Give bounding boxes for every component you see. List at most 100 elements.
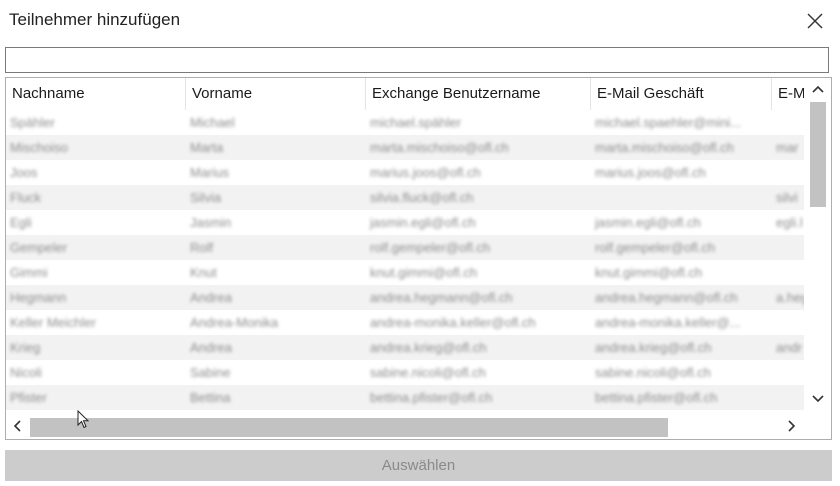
chevron-left-icon	[13, 420, 21, 432]
chevron-up-icon	[812, 85, 824, 93]
table-cell: jasmin.egli@ofl.ch	[595, 215, 701, 230]
select-button[interactable]: Auswählen	[5, 450, 832, 481]
table-cell: Nicoli	[10, 365, 42, 380]
table-cell: Marta	[190, 140, 224, 155]
table-row[interactable]: Nicoli Sabine sabine.nicoli@ofl.ch sabine.n…	[6, 360, 804, 385]
table-cell	[772, 310, 804, 335]
table-cell: Hegmann	[10, 290, 67, 305]
table-cell	[772, 160, 804, 185]
scroll-down-button[interactable]	[810, 392, 826, 408]
table-cell: andrea.krieg@ofl.ch	[370, 340, 487, 355]
table-cell	[772, 110, 804, 135]
table-cell: Gimmi	[10, 265, 48, 280]
column-header-email-2[interactable]: E-M	[772, 78, 804, 110]
table-cell: Michael	[190, 115, 235, 130]
table-row[interactable]: Gempeler Rolf rolf.gempeler@ofl.ch rolf.gem…	[6, 235, 804, 260]
table-cell: Rolf	[190, 240, 214, 255]
table-cell: Pfister	[10, 390, 47, 405]
table-cell: a.heg	[776, 290, 804, 305]
chevron-down-icon	[812, 395, 824, 403]
table-cell	[772, 385, 804, 410]
table-cell: rolf.gempeler@ofl.ch	[370, 240, 491, 255]
table-row[interactable]: Pfister Bettina bettina.pfister@ofl.ch bett…	[6, 385, 804, 410]
table-cell: egli.l	[776, 215, 803, 230]
close-icon	[807, 13, 823, 29]
table-cell: Joos	[10, 165, 38, 180]
table-row[interactable]: Gimmi Knut knut.gimmi@ofl.ch knut.gimmi@ofl…	[6, 260, 804, 285]
table-viewport: Nachname Vorname Exchange Benutzername E…	[6, 78, 804, 412]
column-header-nachname[interactable]: Nachname	[6, 78, 186, 110]
table-cell: Jasmin	[190, 215, 232, 230]
scroll-left-button[interactable]	[10, 419, 24, 436]
table-cell: andrea.hegmann@ofl.ch	[370, 290, 513, 305]
scroll-right-button[interactable]	[785, 419, 799, 436]
table-cell: Silvia	[190, 190, 222, 205]
table-cell: Andrea	[190, 340, 232, 355]
table-cell	[772, 360, 804, 385]
participants-table[interactable]: Nachname Vorname Exchange Benutzername E…	[5, 77, 832, 440]
table-cell: Mischoiso	[10, 140, 68, 155]
table-body: Spähler Michael michael.spähler michael.spa…	[6, 110, 804, 410]
table-cell: Spähler	[10, 115, 55, 130]
table-cell: knut.gimmi@ofl.ch	[595, 265, 703, 280]
table-row[interactable]: Mischoiso Marta marta.mischoiso@ofl.ch mart…	[6, 135, 804, 160]
table-cell: Sabine	[190, 365, 231, 380]
column-header-exchange-username[interactable]: Exchange Benutzername	[366, 78, 591, 110]
table-cell: michael.spähler	[370, 115, 462, 130]
scroll-up-button[interactable]	[810, 82, 826, 98]
search-input[interactable]	[5, 47, 829, 73]
table-row[interactable]: Hegmann Andrea andrea.hegmann@ofl.ch andrea…	[6, 285, 804, 310]
table-cell: Andrea-Monika	[190, 315, 279, 330]
table-cell: jasmin.egli@ofl.ch	[370, 215, 476, 230]
column-header-email-business[interactable]: E-Mail Geschäft	[591, 78, 772, 110]
table-cell: Krieg	[10, 340, 41, 355]
table-cell: marta.mischoiso@ofl.ch	[370, 140, 509, 155]
table-cell: andrea-monika.keller@ofl.ch	[370, 315, 536, 330]
table-row[interactable]: Egli Jasmin jasmin.egli@ofl.ch jasmin.egli@…	[6, 210, 804, 235]
table-cell: Egli	[10, 215, 32, 230]
table-cell: Andrea	[190, 290, 232, 305]
table-cell: sabine.nicoli@ofl.ch	[595, 365, 711, 380]
table-row[interactable]: Joos Marius marius.joos@ofl.ch marius.joos@…	[6, 160, 804, 185]
table-cell: sabine.nicoli@ofl.ch	[370, 365, 486, 380]
table-cell: Knut	[190, 265, 217, 280]
table-row[interactable]: Krieg Andrea andrea.krieg@ofl.ch andrea.kri…	[6, 335, 804, 360]
table-cell	[772, 260, 804, 285]
table-cell	[772, 235, 804, 260]
table-cell: mar	[776, 140, 799, 155]
table-cell: Gempeler	[10, 240, 68, 255]
table-row[interactable]: Keller Meichler Andrea-Monika andrea-monik…	[6, 310, 804, 335]
table-cell	[591, 185, 772, 210]
table-cell: rolf.gempeler@ofl.ch	[595, 240, 716, 255]
table-cell: andrea.krieg@ofl.ch	[595, 340, 712, 355]
table-cell: knut.gimmi@ofl.ch	[370, 265, 478, 280]
table-cell: Keller Meichler	[10, 315, 96, 330]
dialog-title: Teilnehmer hinzufügen	[9, 10, 181, 29]
table-cell: andrea.hegmann@ofl.ch	[595, 290, 738, 305]
table-cell: silvi	[776, 190, 798, 205]
table-cell: andrea-monika.keller@...	[595, 315, 741, 330]
table-cell: Marius	[190, 165, 230, 180]
mouse-pointer-icon	[77, 410, 90, 429]
title-bar: Teilnehmer hinzufügen	[0, 0, 840, 44]
table-cell: Fluck	[10, 190, 42, 205]
table-cell: michael.spaehler@mini...	[595, 115, 742, 130]
table-cell: bettina.pfister@ofl.ch	[370, 390, 493, 405]
vertical-scrollbar[interactable]	[805, 78, 831, 412]
table-header: Nachname Vorname Exchange Benutzername E…	[6, 78, 804, 110]
horizontal-scroll-thumb[interactable]	[30, 418, 668, 437]
column-header-vorname[interactable]: Vorname	[186, 78, 366, 110]
horizontal-scrollbar[interactable]	[6, 412, 831, 439]
table-cell: andr	[776, 340, 803, 355]
close-button[interactable]	[800, 6, 830, 36]
table-cell: marius.joos@ofl.ch	[595, 165, 706, 180]
table-row[interactable]: Fluck Silvia silvia.fluck@ofl.ch silvi	[6, 185, 804, 210]
chevron-right-icon	[788, 420, 796, 432]
table-cell: bettina.pfister@ofl.ch	[595, 390, 718, 405]
table-cell: silvia.fluck@ofl.ch	[370, 190, 474, 205]
table-cell: marius.joos@ofl.ch	[370, 165, 481, 180]
vertical-scroll-thumb[interactable]	[810, 102, 826, 207]
table-cell: Bettina	[190, 390, 231, 405]
table-cell: marta.mischoiso@ofl.ch	[595, 140, 734, 155]
table-row[interactable]: Spähler Michael michael.spähler michael.spa…	[6, 110, 804, 135]
